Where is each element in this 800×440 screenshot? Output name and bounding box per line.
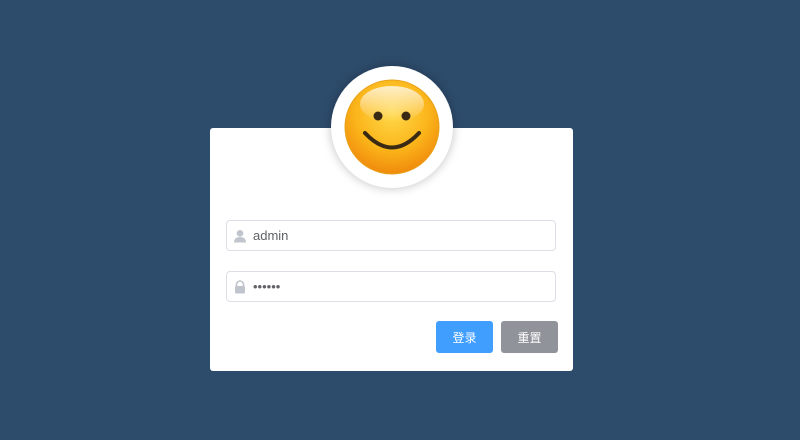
login-button[interactable]: 登录 [436,321,493,353]
password-field[interactable] [226,271,556,302]
username-field[interactable] [226,220,556,251]
avatar [331,66,453,188]
reset-button[interactable]: 重置 [501,321,558,353]
smiley-face-icon [343,78,441,176]
lock-icon [229,272,251,301]
username-input[interactable] [251,222,543,249]
password-input[interactable] [251,273,543,300]
user-icon [229,221,251,250]
